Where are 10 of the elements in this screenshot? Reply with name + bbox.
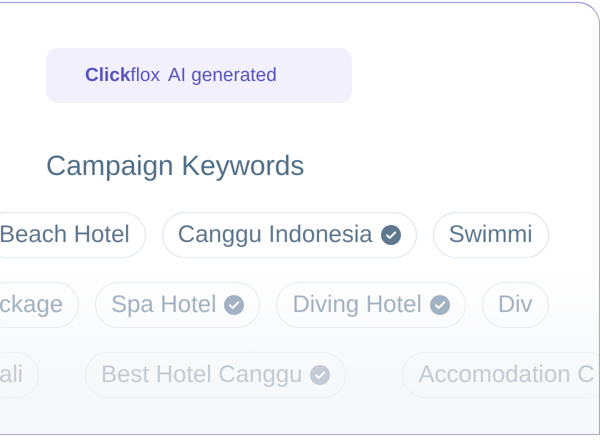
keyword-chip[interactable]: Canggu Indonesia	[162, 212, 417, 258]
keyword-chip[interactable]: Beach Hotel	[0, 212, 146, 258]
keyword-chip[interactable]: Swimmi	[432, 212, 549, 258]
keyword-chip[interactable]: ckage	[0, 282, 80, 328]
keyword-chip[interactable]: Spa Hotel	[95, 282, 260, 328]
keyword-chip[interactable]: Diving Hotel	[276, 282, 466, 328]
brand-name: Clickflox	[85, 64, 160, 86]
badge-label: AI generated	[168, 64, 277, 86]
section-title: Campaign Keywords	[46, 150, 306, 182]
keyword-chip[interactable]: Div	[482, 282, 549, 328]
